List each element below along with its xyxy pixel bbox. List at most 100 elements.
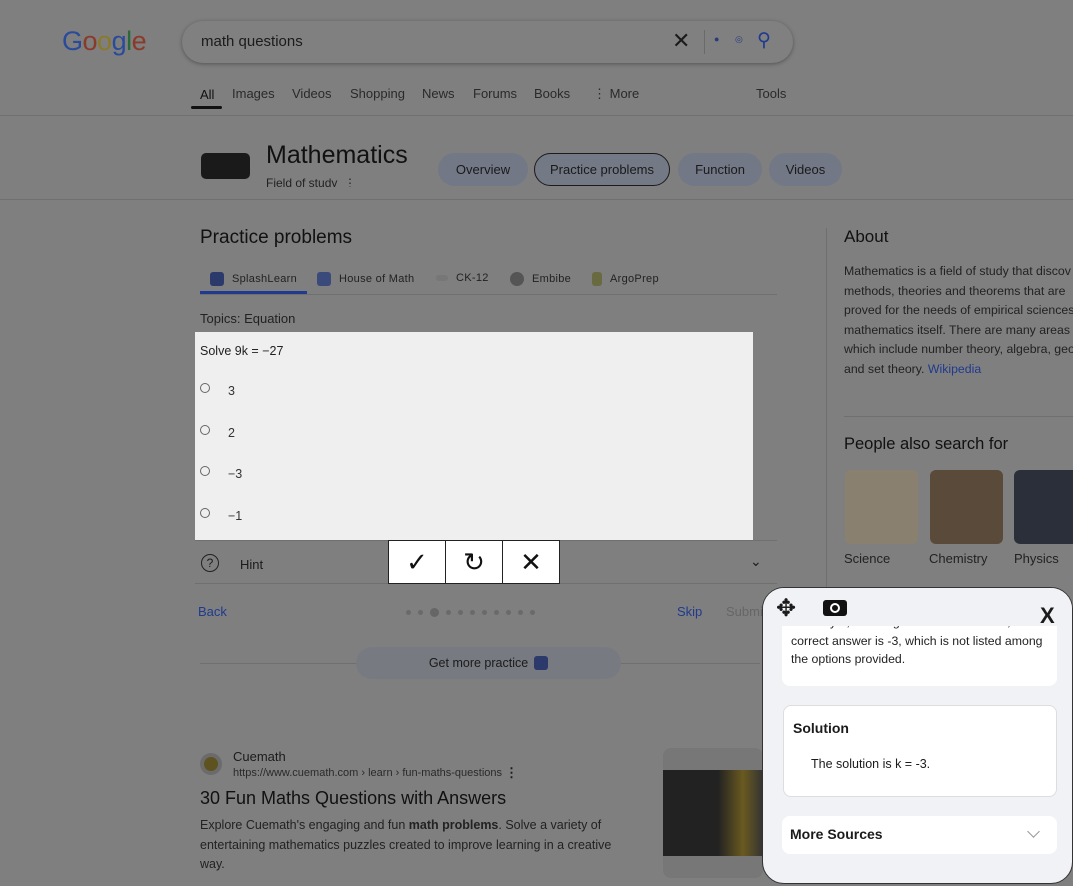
solution-text: The solution is k = -3. (811, 757, 931, 771)
microphone-icon[interactable]: ● (714, 34, 719, 44)
result-url[interactable]: https://www.cuemath.com › learn › fun-ma… (233, 767, 502, 779)
explanation-body: correct answer is -3, which is not liste… (791, 634, 1043, 666)
tab-more[interactable]: ⋮ More (593, 86, 639, 102)
source-label: SplashLearn (232, 273, 298, 285)
tab-news[interactable]: News (422, 86, 455, 101)
option-label: −3 (228, 467, 243, 481)
topics-label: Topics: Equation (200, 311, 296, 326)
cuemath-favicon (200, 753, 222, 775)
people-item-chemistry[interactable]: Chemistry (929, 551, 988, 566)
panel-toolbar (763, 588, 1072, 626)
divider (200, 294, 777, 295)
about-line: mathematics itself. There are many areas (844, 322, 1070, 337)
radio-icon (200, 425, 210, 435)
wikipedia-link[interactable]: Wikipedia (928, 362, 981, 376)
option-radio[interactable]: −1 (200, 508, 243, 523)
people-item-physics[interactable]: Physics (1014, 551, 1059, 566)
source-tab-house-of-math[interactable]: House of Math (317, 272, 414, 286)
search-input[interactable]: math questions (201, 33, 303, 50)
snippet-text: Explore Cuemath's engaging and fun (200, 818, 409, 832)
tab-videos[interactable]: Videos (292, 86, 332, 101)
divider (704, 30, 705, 54)
option-radio[interactable]: 3 (200, 383, 235, 398)
option-label: 3 (228, 384, 235, 398)
more-options-icon[interactable]: ⋮ (505, 765, 518, 781)
check-button[interactable]: ✓ (388, 540, 446, 584)
skip-link[interactable]: Skip (677, 604, 702, 619)
chip-overview[interactable]: Overview (438, 153, 528, 186)
option-label: −1 (228, 509, 243, 523)
kp-title: Mathematics (266, 141, 408, 169)
move-icon[interactable]: ✥ (776, 597, 796, 621)
tools-button[interactable]: Tools (756, 86, 786, 101)
more-sources-row[interactable]: More Sources (782, 816, 1057, 854)
question-text: Solve 9k = −27 (200, 344, 284, 358)
about-line: methods, theories and theorems that are (844, 283, 1066, 298)
question-box: Solve 9k = −27 3 2 −3 −1 (195, 332, 753, 540)
source-tab-argoprep[interactable]: ArgoPrep (592, 272, 659, 286)
camera-icon[interactable] (823, 600, 847, 616)
search-icon[interactable]: ⚲ (757, 29, 771, 52)
physics-thumbnail[interactable] (1014, 470, 1073, 544)
submit-button[interactable]: Submit (726, 604, 762, 619)
about-title: About (844, 227, 889, 246)
chevron-down-icon: ⌄ (750, 553, 762, 569)
tab-images[interactable]: Images (232, 86, 275, 101)
option-radio[interactable]: −3 (200, 466, 243, 481)
ck12-icon (436, 275, 448, 281)
back-link[interactable]: Back (198, 604, 227, 619)
source-tab-ck12[interactable]: CK-12 (436, 272, 489, 284)
answer-panel: sides by 9, resulting in k = -3. Therefo… (762, 587, 1073, 884)
redo-button[interactable]: ↻ (445, 540, 503, 584)
kp-subtitle-text: Field of study (266, 176, 338, 187)
divider (826, 228, 827, 588)
get-more-practice-button[interactable]: Get more practice (356, 647, 621, 679)
tab-books[interactable]: Books (534, 86, 570, 101)
chemistry-thumbnail[interactable] (930, 470, 1003, 544)
argoprep-icon (592, 272, 602, 286)
people-also-search-title: People also search for (844, 435, 1009, 453)
explanation-text: sides by 9, resulting in k = -3. Therefo… (791, 620, 1053, 668)
result-title[interactable]: 30 Fun Maths Questions with Answers (200, 788, 506, 809)
section-title: Practice problems (200, 227, 353, 248)
result-site-name[interactable]: Cuemath (233, 749, 286, 764)
source-label: Embibe (532, 273, 572, 285)
source-label: ArgoPrep (610, 273, 659, 285)
kp-subtitle: Field of study ⋮ (266, 176, 356, 187)
snippet-bold: math problems (408, 818, 499, 832)
about-line: proved for the needs of empirical scienc… (844, 303, 1073, 317)
get-more-practice-label: Get more practice (428, 656, 529, 670)
google-logo[interactable]: Google (62, 26, 147, 57)
tab-all[interactable]: All (200, 87, 214, 102)
science-thumbnail[interactable] (845, 470, 918, 544)
radio-icon (200, 383, 210, 393)
divider (0, 115, 1073, 116)
radio-icon (200, 466, 210, 476)
solution-title: Solution (793, 720, 849, 736)
search-box[interactable]: math questions ✕ ● ◎ ⚲ (182, 21, 793, 63)
camera-search-icon[interactable]: ◎ (735, 34, 743, 45)
about-line: which include number theory, algebra, ge… (844, 342, 1073, 356)
chevron-down-icon (1027, 825, 1040, 838)
close-button[interactable]: ✕ (502, 540, 560, 584)
clear-icon[interactable]: ✕ (672, 28, 690, 54)
people-item-science[interactable]: Science (844, 551, 890, 566)
splashlearn-icon (210, 272, 224, 286)
divider (844, 416, 1073, 417)
result-thumbnail[interactable] (663, 748, 763, 878)
hint-label: Hint (240, 557, 264, 572)
source-tab-splashlearn[interactable]: SplashLearn (210, 272, 297, 286)
about-line: Mathematics is a field of study that dis… (844, 264, 1071, 278)
radio-icon (200, 508, 210, 518)
about-line: and set theory. (844, 361, 928, 376)
panel-close-button[interactable]: X (1040, 603, 1055, 629)
active-tab-indicator (191, 106, 222, 109)
divider (0, 199, 1073, 200)
chip-practice-problems[interactable]: Practice problems (534, 153, 670, 186)
tab-shopping[interactable]: Shopping (350, 86, 405, 101)
tab-forums[interactable]: Forums (473, 86, 517, 101)
source-tab-embibe[interactable]: Embibe (510, 272, 571, 286)
chip-videos[interactable]: Videos (769, 153, 842, 186)
option-radio[interactable]: 2 (200, 425, 235, 440)
chip-function[interactable]: Function (678, 153, 762, 186)
